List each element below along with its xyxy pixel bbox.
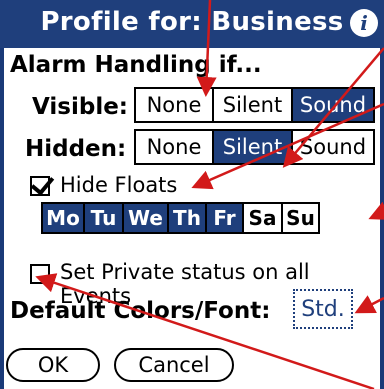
day-fr[interactable]: Fr xyxy=(207,204,244,232)
day-we[interactable]: We xyxy=(124,204,169,232)
day-mo[interactable]: Mo xyxy=(43,204,85,232)
visible-option-silent[interactable]: Silent xyxy=(214,89,293,121)
section-title: Alarm Handling if... xyxy=(10,52,262,78)
hidden-selector: None Silent Sound xyxy=(134,129,375,165)
visible-option-sound[interactable]: Sound xyxy=(293,89,373,121)
private-status-checkbox[interactable] xyxy=(30,264,50,284)
hide-floats-checkbox[interactable] xyxy=(30,176,50,196)
ok-button[interactable]: OK xyxy=(6,348,100,382)
hidden-option-sound[interactable]: Sound xyxy=(293,131,373,163)
info-icon[interactable]: i xyxy=(350,9,378,37)
visible-selector: None Silent Sound xyxy=(134,87,375,123)
visible-label: Visible: xyxy=(32,94,128,120)
day-tu[interactable]: Tu xyxy=(85,204,124,232)
visible-option-none[interactable]: None xyxy=(136,89,214,121)
cancel-button[interactable]: Cancel xyxy=(114,348,234,382)
day-selector: Mo Tu We Th Fr Sa Su xyxy=(41,202,320,234)
hidden-label: Hidden: xyxy=(25,136,127,162)
hide-floats-label[interactable]: Hide Floats xyxy=(60,173,177,197)
day-th[interactable]: Th xyxy=(169,204,207,232)
std-colors-button[interactable]: Std. xyxy=(293,289,353,329)
day-sa[interactable]: Sa xyxy=(244,204,283,232)
title-bar: Profile for: Business i xyxy=(0,0,384,48)
day-su[interactable]: Su xyxy=(283,204,318,232)
hidden-option-silent[interactable]: Silent xyxy=(214,131,293,163)
dialog-title: Profile for: Business xyxy=(40,7,344,37)
default-colors-label: Default Colors/Font: xyxy=(10,298,271,324)
hidden-option-none[interactable]: None xyxy=(136,131,214,163)
